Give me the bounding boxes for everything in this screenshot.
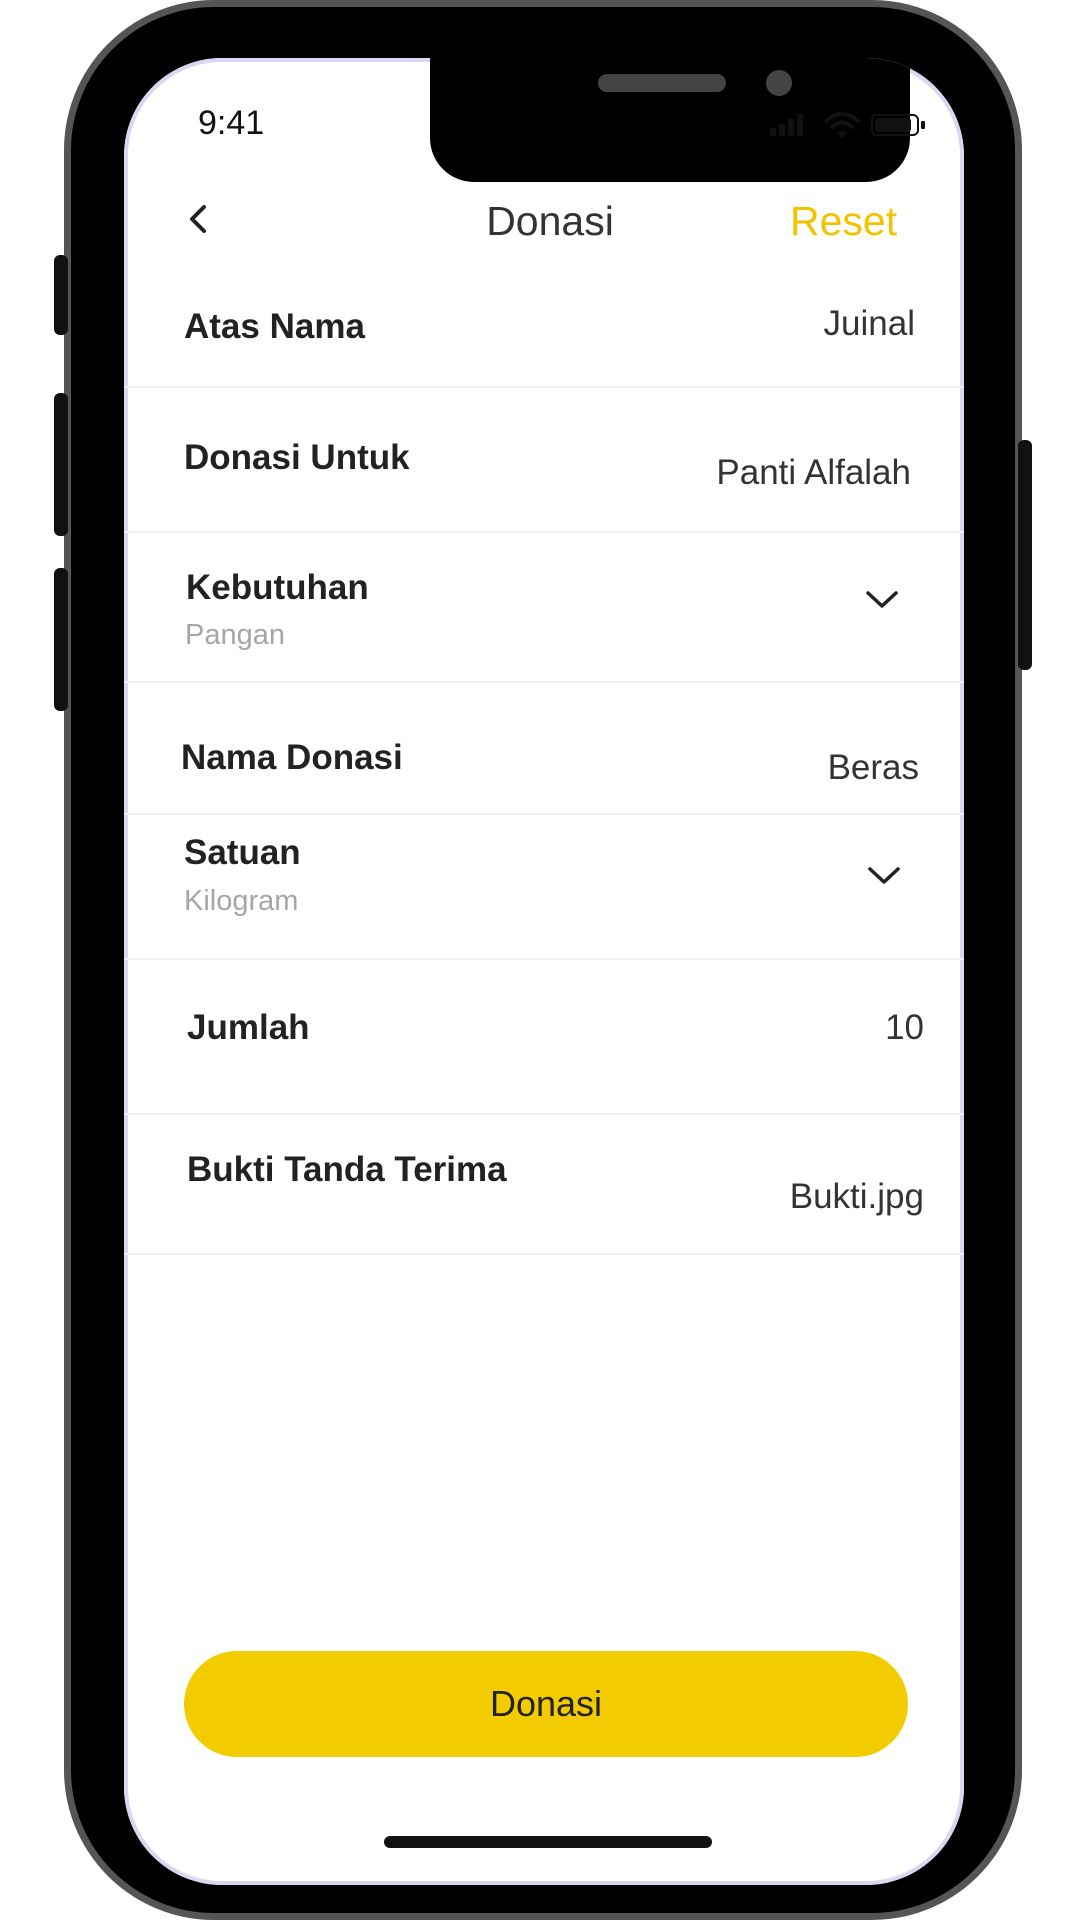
atas-nama-label: Atas Nama <box>184 307 365 346</box>
side-button <box>1018 440 1032 670</box>
jumlah-label: Jumlah <box>187 1008 310 1047</box>
status-time: 9:41 <box>198 104 265 142</box>
kebutuhan-value: Pangan <box>185 619 285 651</box>
side-button <box>54 568 68 711</box>
row-atas-nama[interactable]: Atas Nama Juinal <box>124 292 964 388</box>
chevron-down-icon[interactable] <box>864 861 904 889</box>
row-bukti-tanda-terima[interactable]: Bukti Tanda Terima Bukti.jpg <box>124 1115 964 1255</box>
reset-button[interactable]: Reset <box>790 198 897 245</box>
back-button[interactable] <box>176 195 226 245</box>
row-nama-donasi[interactable]: Nama Donasi Beras <box>124 683 964 815</box>
speaker <box>598 74 726 92</box>
row-jumlah[interactable]: Jumlah 10 <box>124 960 964 1115</box>
donasi-untuk-label: Donasi Untuk <box>184 438 410 477</box>
page-title: Donasi <box>486 198 614 244</box>
jumlah-value[interactable]: 10 <box>885 1008 924 1048</box>
row-kebutuhan[interactable]: Kebutuhan Pangan <box>124 533 964 683</box>
bukti-value[interactable]: Bukti.jpg <box>790 1177 924 1217</box>
chevron-down-icon[interactable] <box>862 585 902 613</box>
row-donasi-untuk[interactable]: Donasi Untuk Panti Alfalah <box>124 388 964 533</box>
battery-tip <box>921 121 925 129</box>
kebutuhan-label: Kebutuhan <box>186 568 369 607</box>
donasi-submit-button[interactable]: Donasi <box>184 1651 908 1757</box>
bukti-label: Bukti Tanda Terima <box>187 1150 507 1189</box>
satuan-value: Kilogram <box>184 885 299 917</box>
atas-nama-value[interactable]: Juinal <box>824 304 915 344</box>
side-button <box>54 393 68 536</box>
nama-donasi-value[interactable]: Beras <box>828 748 919 788</box>
front-camera <box>766 70 792 96</box>
side-button <box>54 255 68 335</box>
battery-icon <box>871 114 919 136</box>
row-satuan[interactable]: Satuan Kilogram <box>124 815 964 960</box>
satuan-label: Satuan <box>184 833 301 872</box>
home-indicator <box>384 1836 712 1848</box>
nama-donasi-label: Nama Donasi <box>181 738 403 777</box>
wifi-icon <box>824 112 860 138</box>
chevron-left-icon <box>190 205 206 233</box>
donasi-untuk-value[interactable]: Panti Alfalah <box>716 453 911 493</box>
status-icons <box>770 110 930 140</box>
